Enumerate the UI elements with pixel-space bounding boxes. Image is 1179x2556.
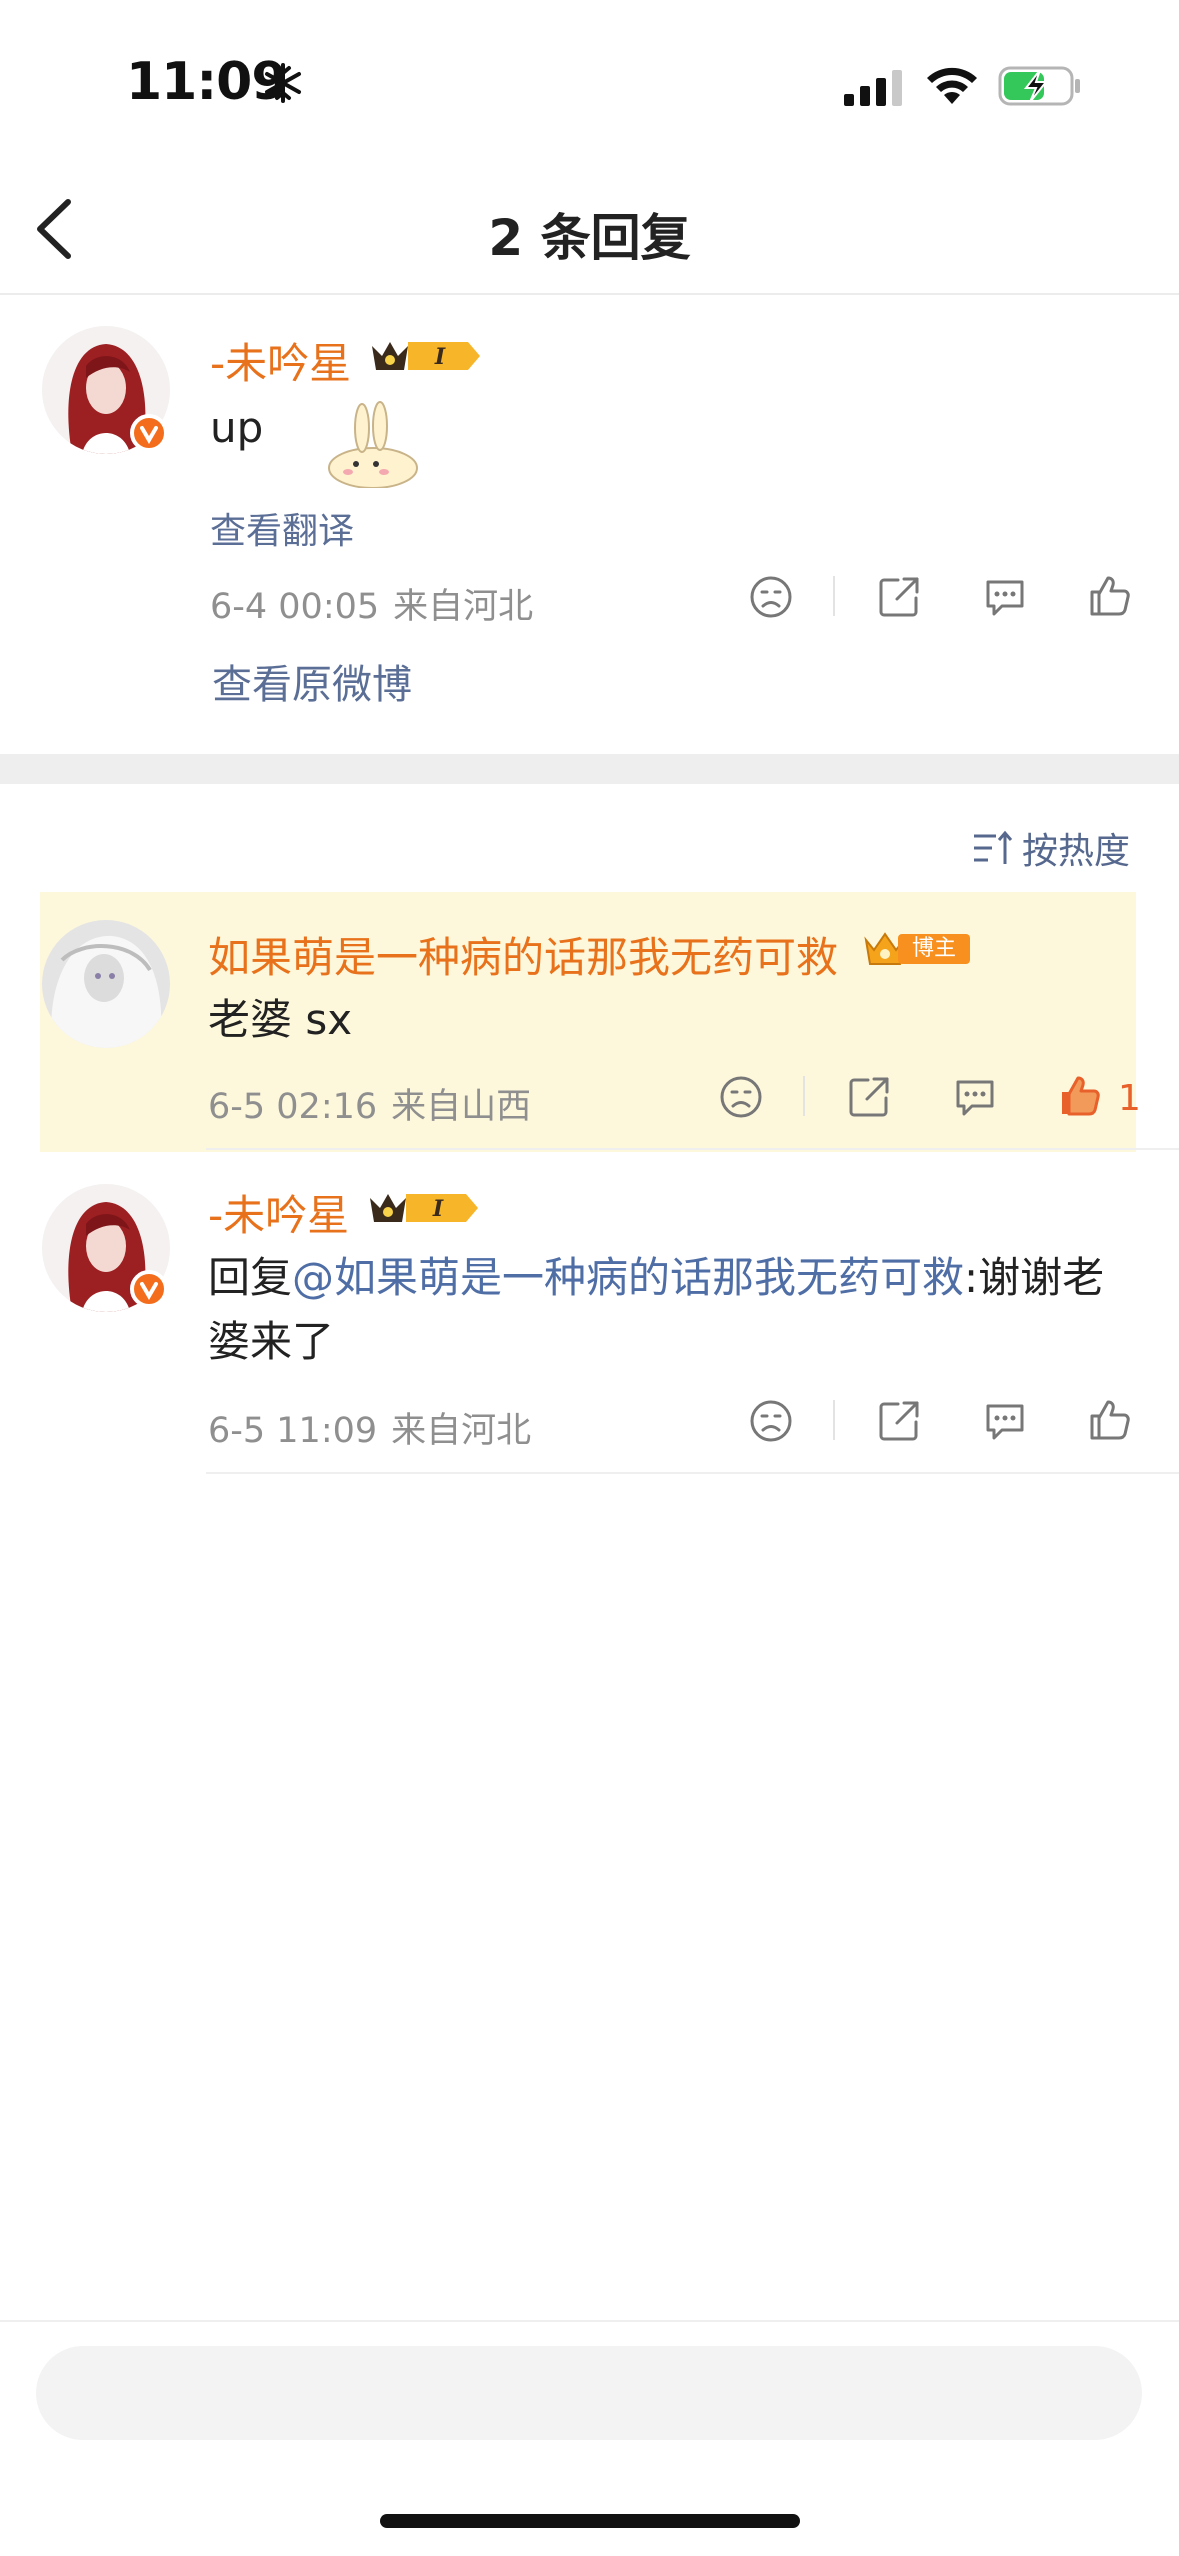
reply-date: 6-5 11:09 [208,1411,378,1451]
dislike-face-icon[interactable] [718,1074,764,1120]
battery-charging-icon [998,66,1080,106]
username[interactable]: 如果萌是一种病的话那我无药可救 [208,924,838,985]
liked-thumbs-up-icon[interactable] [1056,1072,1102,1118]
sort-hot-button[interactable]: 按热度 [1022,822,1130,874]
snowflake-icon [265,63,301,103]
page-title: 2 条回复 [488,209,691,267]
reply-separator [206,1472,1179,1474]
verified-badge-icon [130,414,168,452]
dislike-face-icon[interactable] [748,1398,794,1444]
comment-date: 6-4 00:05 [210,587,380,627]
crown-rank-badge-icon: I [370,1194,478,1222]
comment-bubble-icon[interactable] [982,1398,1028,1444]
username[interactable]: -未吟星 [208,1182,349,1243]
action-divider [833,576,835,616]
action-divider [803,1076,805,1116]
sort-icon[interactable] [972,830,1014,866]
author-badge-label: 博主 [898,934,970,964]
cellular-signal-icon [844,70,902,106]
dislike-face-icon[interactable] [748,574,794,620]
crown-rank-badge-icon: I [372,342,480,370]
thumbs-up-icon[interactable] [1086,572,1132,618]
nav-bar: 2 条回复 [0,160,1179,295]
mention-link[interactable]: @如果萌是一种病的话那我无药可救 [292,1253,964,1302]
comment-text: up [210,403,264,452]
view-original-weibo-link[interactable]: 查看原微博 [212,652,412,710]
reply-location: 来自河北 [391,1411,532,1451]
reply-meta: 6-5 11:09 来自河北 [208,1402,531,1453]
avatar-image [42,920,170,1048]
rank-badge-text: I [432,1196,444,1222]
share-icon[interactable] [846,1074,892,1120]
action-divider [833,1400,835,1440]
author-badge: 博主 [862,928,972,970]
reply-separator [206,1148,1179,1150]
reply-meta: 6-5 02:16 来自山西 [208,1078,531,1129]
reply-date: 6-5 02:16 [208,1087,378,1127]
page: 11:09 2 条回复 -未吟星 I up 查看翻译 6-4 00:05 来自河… [0,0,1179,2556]
username[interactable]: -未吟星 [210,330,351,391]
reply-location: 来自山西 [391,1087,532,1127]
comment-input[interactable] [36,2346,1142,2440]
share-icon[interactable] [876,574,922,620]
translate-link[interactable]: 查看翻译 [210,502,354,554]
verified-badge-icon [130,1270,168,1308]
wifi-icon [927,67,977,104]
rank-badge-text: I [434,344,446,370]
home-indicator [380,2514,800,2528]
avatar[interactable] [42,920,170,1048]
status-bar: 11:09 [0,0,1179,150]
bunny-sticker-icon [328,401,418,488]
like-count: 1 [1118,1078,1141,1119]
reply-text: 回复@如果萌是一种病的话那我无药可救:谢谢老婆来了 [208,1246,1108,1374]
comment-bubble-icon[interactable] [982,574,1028,620]
comment-location: 来自河北 [393,587,534,627]
thumbs-up-icon[interactable] [1086,1396,1132,1442]
comment-meta: 6-4 00:05 来自河北 [210,578,533,629]
reply-prefix: 回复 [208,1253,293,1302]
comment-bubble-icon[interactable] [952,1074,998,1120]
share-icon[interactable] [876,1398,922,1444]
section-divider [0,754,1179,784]
reply-text: 老婆 sx [208,995,353,1044]
